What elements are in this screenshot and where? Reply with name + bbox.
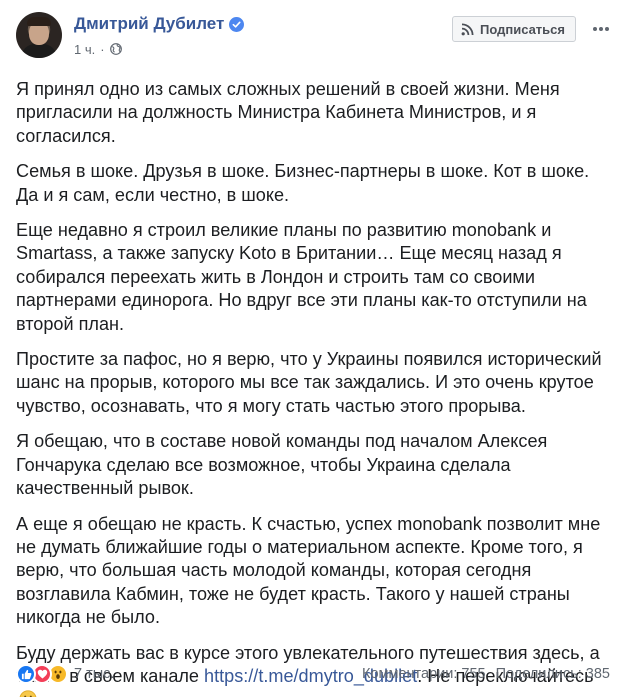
rss-icon	[461, 23, 474, 36]
like-icon	[16, 664, 36, 684]
verified-badge-icon	[229, 16, 245, 32]
engagement-stats: Комментарии: 755 Поделились: 385	[362, 666, 610, 682]
post-meta: 1 ч. ·	[74, 41, 122, 57]
more-options-icon[interactable]	[588, 16, 614, 42]
author-row: Дмитрий Дубилет	[74, 12, 245, 36]
post-paragraph: Простите за пафос, но я верю, что у Укра…	[16, 349, 602, 416]
post-footer: 7 тыс. Комментарии: 755 Поделились: 385	[16, 660, 610, 688]
meta-separator: ·	[100, 41, 105, 57]
avatar[interactable]	[16, 12, 62, 58]
author-name[interactable]: Дмитрий Дубилет	[74, 12, 224, 36]
facebook-post: Дмитрий Дубилет 1 ч. · Подписаться Я при…	[0, 0, 626, 697]
post-paragraph: Я принял одно из самых сложных решений в…	[16, 79, 560, 146]
globe-icon[interactable]	[109, 43, 122, 55]
post-paragraph: Еще недавно я строил великие планы по ра…	[16, 220, 587, 334]
post-text: Я принял одно из самых сложных решений в…	[16, 78, 612, 697]
post-paragraph: Я обещаю, что в составе новой команды по…	[16, 431, 548, 499]
reactions-count: 7 тыс.	[74, 666, 115, 682]
smile-emoji-icon	[19, 690, 37, 697]
subscribe-button[interactable]: Подписаться	[451, 16, 576, 42]
post-paragraph: А еще я обещаю не красть. К счастью, усп…	[16, 513, 601, 628]
post-time[interactable]: 1 ч.	[74, 42, 95, 57]
reactions-summary[interactable]: 7 тыс.	[16, 664, 114, 684]
subscribe-label: Подписаться	[479, 21, 565, 37]
post-header: Дмитрий Дубилет 1 ч. · Подписаться	[16, 12, 614, 62]
comments-link[interactable]: Комментарии: 755	[362, 666, 486, 682]
shares-link[interactable]: Поделились: 385	[496, 666, 610, 682]
post-paragraph: Семья в шоке. Друзья в шоке. Бизнес-парт…	[16, 161, 590, 205]
